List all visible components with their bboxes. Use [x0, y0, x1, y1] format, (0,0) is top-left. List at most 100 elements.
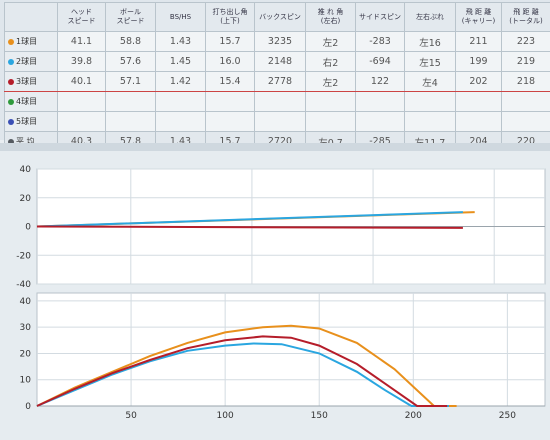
table-cell: 15.4	[205, 71, 255, 92]
table-cell	[57, 91, 106, 112]
table-cell	[105, 91, 156, 112]
column-header-9: 飛 距 離 (キャリー)	[455, 2, 502, 32]
y-tick-label: -20	[16, 251, 31, 261]
table-cell: 左2	[305, 71, 356, 92]
table-cell: 122	[355, 71, 405, 92]
column-header-0	[4, 2, 58, 32]
table-cell: 3235	[254, 31, 306, 52]
table-cell: 57.6	[105, 51, 156, 72]
column-header-6: 推 れ 角 (左右)	[305, 2, 356, 32]
y-tick-label: 20	[20, 349, 32, 359]
y-tick-label: 40	[20, 165, 32, 175]
row-label-text: 1球目	[16, 37, 38, 46]
shot-table-panel: ヘッド スピード ボール スピード BS/HS 打ち出し角 (上下) バックスピン推 れ 角(…	[0, 0, 550, 152]
table-cell: 左4	[404, 71, 456, 92]
column-header-10: 飛 距 離 (トータル)	[501, 2, 550, 32]
table-cell: 左2	[305, 31, 356, 52]
series-line	[36, 225, 463, 229]
table-cell	[455, 91, 502, 112]
table-cell	[155, 111, 206, 132]
table-cell	[205, 91, 255, 112]
table-row: 1球目 41.1 58.8 1.43 15.7 3235 左2 -283 左16 211 223	[4, 31, 550, 52]
table-cell	[254, 111, 306, 132]
table-row: 4球目	[4, 91, 550, 112]
table-cell: 2778	[254, 71, 306, 92]
section-divider	[0, 143, 550, 151]
table-cell: 199	[455, 51, 502, 72]
table-cell	[355, 91, 405, 112]
table-row: 3球目 40.1 57.1 1.42 15.4 2778 左2 122 左4 202 218	[4, 71, 550, 92]
table-cell	[155, 91, 206, 112]
table-header-row: ヘッド スピード ボール スピード BS/HS 打ち出し角 (上下) バックスピン推 れ 角(…	[4, 2, 550, 32]
table-cell: -283	[355, 31, 405, 52]
table-cell: 223	[501, 31, 550, 52]
x-tick-label: 100	[217, 411, 234, 421]
table-row: 2球目 39.8 57.6 1.45 16.0 2148 右2 -694 左15 199 219	[4, 51, 550, 72]
table-cell: 1.42	[155, 71, 206, 92]
series-dot-icon	[8, 118, 14, 125]
y-tick-label: 30	[20, 323, 32, 333]
row-label-text: 2球目	[16, 57, 38, 66]
table-cell	[105, 111, 156, 132]
table-cell	[305, 91, 356, 112]
table-cell: 39.8	[57, 51, 106, 72]
charts-panel: 40 20 0 -20 -40 40 30 20 10 0 50 100 150 200 250	[0, 151, 550, 440]
table-cell	[57, 111, 106, 132]
x-tick-label: 200	[405, 411, 422, 421]
table-cell: 40.1	[57, 71, 106, 92]
column-header-1: ヘッド スピード	[57, 2, 106, 32]
table-cell	[501, 111, 550, 132]
table-cell: 1.45	[155, 51, 206, 72]
x-tick-label: 50	[125, 411, 137, 421]
row-label-text: 3球目	[16, 77, 38, 86]
table-cell: 58.8	[105, 31, 156, 52]
shot-data-table: ヘッド スピード ボール スピード BS/HS 打ち出し角 (上下) バックスピン推 れ 角(…	[4, 2, 550, 152]
table-cell: 202	[455, 71, 502, 92]
table-cell: 15.7	[205, 31, 255, 52]
table-cell: 57.1	[105, 71, 156, 92]
table-cell: 左15	[404, 51, 456, 72]
row-label: 4球目	[4, 91, 58, 112]
y-tick-label: 40	[20, 297, 32, 307]
column-header-2: ボール スピード	[105, 2, 156, 32]
table-cell: 218	[501, 71, 550, 92]
table-row: 5球目	[4, 111, 550, 132]
table-cell	[501, 91, 550, 112]
table-cell: 219	[501, 51, 550, 72]
series-dot-icon	[8, 78, 14, 85]
table-cell	[254, 91, 306, 112]
column-header-4: 打ち出し角 (上下)	[205, 2, 255, 32]
table-cell: 211	[455, 31, 502, 52]
y-tick-label: 0	[25, 402, 31, 412]
x-tick-label: 150	[311, 411, 328, 421]
plot-area	[36, 292, 546, 407]
table-cell: 16.0	[205, 51, 255, 72]
table-cell: 右2	[305, 51, 356, 72]
table-cell: 41.1	[57, 31, 106, 52]
table-cell: 2148	[254, 51, 306, 72]
row-label-text: 4球目	[16, 97, 38, 106]
y-tick-label: 10	[20, 376, 32, 386]
table-cell: 1.43	[155, 31, 206, 52]
row-label: 1球目	[4, 31, 58, 52]
table-cell	[455, 111, 502, 132]
table-cell	[205, 111, 255, 132]
table-cell: -694	[355, 51, 405, 72]
row-label-text: 5球目	[16, 117, 38, 126]
height-trajectory-chart: 40302010050 100 150 200 250	[20, 292, 546, 421]
table-cell	[404, 91, 456, 112]
column-header-5: バックスピン	[254, 2, 306, 32]
y-tick-label: -40	[16, 280, 31, 290]
series-dot-icon	[8, 58, 14, 65]
row-label: 2球目	[4, 51, 58, 72]
row-label: 3球目	[4, 71, 58, 92]
row-label: 5球目	[4, 111, 58, 132]
series-dot-icon	[8, 98, 14, 105]
table-cell	[355, 111, 405, 132]
table-cell: 左16	[404, 31, 456, 52]
x-tick-label: 250	[499, 411, 516, 421]
column-header-7: サイドスピン	[355, 2, 405, 32]
table-cell	[305, 111, 356, 132]
column-header-8: 左右ぶれ	[404, 2, 456, 32]
column-header-3: BS/HS	[155, 2, 206, 32]
